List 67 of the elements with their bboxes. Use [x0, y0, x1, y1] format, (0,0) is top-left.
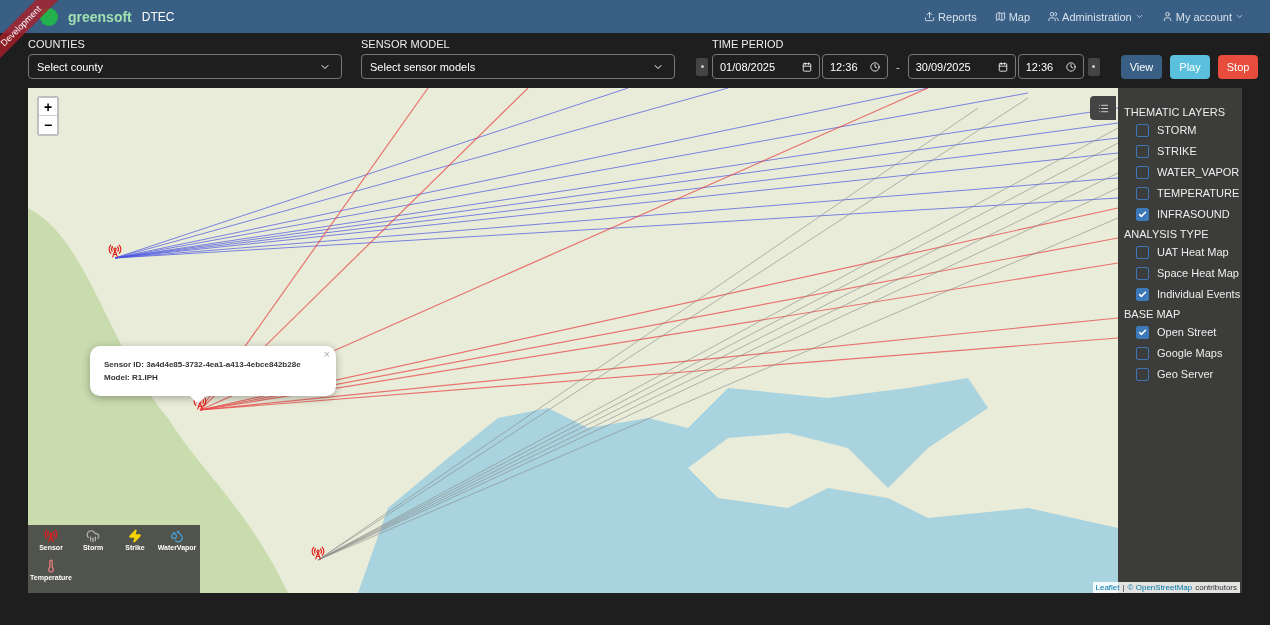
start-date-field[interactable]: 01/08/2025: [712, 54, 820, 79]
nav-link[interactable]: Reports: [924, 10, 977, 23]
checkbox[interactable]: [1136, 186, 1149, 200]
layers-toggle-button[interactable]: [1090, 96, 1116, 120]
checkbox[interactable]: [1136, 245, 1149, 259]
layer-label: STRIKE: [1157, 145, 1197, 157]
layer-label: Individual Events: [1157, 288, 1241, 300]
clock-icon: [870, 61, 880, 72]
checkbox[interactable]: [1136, 325, 1149, 339]
nav-link[interactable]: My account: [1161, 10, 1244, 23]
checkbox[interactable]: [1136, 144, 1149, 158]
start-time-field[interactable]: 12:36: [822, 54, 888, 79]
section-title: ANALYSIS TYPE: [1124, 228, 1210, 240]
checkbox[interactable]: [1136, 207, 1149, 221]
layer-label: UAT Heat Map: [1157, 246, 1229, 258]
checkbox[interactable]: [1136, 287, 1149, 301]
popup-text: Sensor ID: 3a4d4e85-3732-4ea1-a413-4ebce842b28e: [104, 359, 302, 371]
app-name: DTEC: [141, 9, 175, 24]
step-button[interactable]: [696, 57, 708, 76]
layer-label: INFRASOUND: [1157, 208, 1230, 220]
layer-label: Space Heat Map: [1157, 267, 1239, 279]
end-date-field[interactable]: 30/09/2025: [907, 54, 1016, 79]
section-title: BASE MAP: [1124, 308, 1182, 320]
field-label: TIME PERIOD: [712, 38, 785, 50]
map-icon: [994, 11, 1006, 22]
section-title: THEMATIC LAYERS: [1124, 106, 1227, 118]
checkbox[interactable]: [1136, 165, 1149, 179]
antenna-icon: [44, 529, 58, 543]
lightning-icon: [128, 529, 142, 543]
step-button[interactable]: [1087, 57, 1100, 76]
user-icon: [1161, 11, 1173, 22]
calendar-icon: [997, 61, 1008, 72]
action-button[interactable]: View: [1120, 55, 1163, 79]
layer-label: TEMPERATURE: [1157, 187, 1240, 199]
droplets-icon: [170, 529, 184, 543]
users-icon: [1048, 11, 1060, 22]
cloud-icon: [86, 529, 100, 543]
antenna-icon[interactable]: [311, 546, 325, 560]
checkbox[interactable]: [1136, 123, 1149, 137]
sensor-model-select[interactable]: Select sensor models: [361, 54, 675, 79]
range-separator: -: [895, 60, 901, 73]
checkbox[interactable]: [1136, 367, 1149, 381]
action-button[interactable]: Stop: [1217, 55, 1259, 79]
end-time-field[interactable]: 12:36: [1017, 54, 1084, 79]
antenna-icon[interactable]: [108, 244, 122, 258]
nav-link[interactable]: Administration: [1048, 10, 1144, 23]
layer-label: Geo Server: [1157, 368, 1214, 380]
nav-link[interactable]: Map: [994, 10, 1031, 23]
list-icon: [1097, 102, 1109, 114]
layer-label: STORM: [1157, 124, 1197, 136]
attribution-separator: |: [1122, 583, 1125, 592]
popup-text: Model: R1.IPH: [104, 372, 159, 384]
zoom-button[interactable]: +: [39, 98, 57, 116]
clock-icon: [1065, 61, 1076, 72]
attribution-text: contributors: [1195, 583, 1237, 592]
field-label: SENSOR MODEL: [361, 38, 451, 50]
checkbox[interactable]: [1136, 346, 1149, 360]
layer-label: WATER_VAPOR: [1157, 166, 1240, 178]
layer-label: Open Street: [1157, 326, 1217, 338]
layer-label: Google Maps: [1157, 347, 1223, 359]
logo-text: greensoft: [68, 8, 132, 25]
leaflet-link[interactable]: Leaflet: [1095, 583, 1120, 592]
osm-link[interactable]: © OpenStreetMap: [1127, 583, 1193, 592]
calendar-icon: [802, 61, 812, 72]
upload-icon: [924, 11, 936, 22]
county-select[interactable]: Select county: [28, 54, 342, 79]
checkbox[interactable]: [1136, 266, 1149, 280]
